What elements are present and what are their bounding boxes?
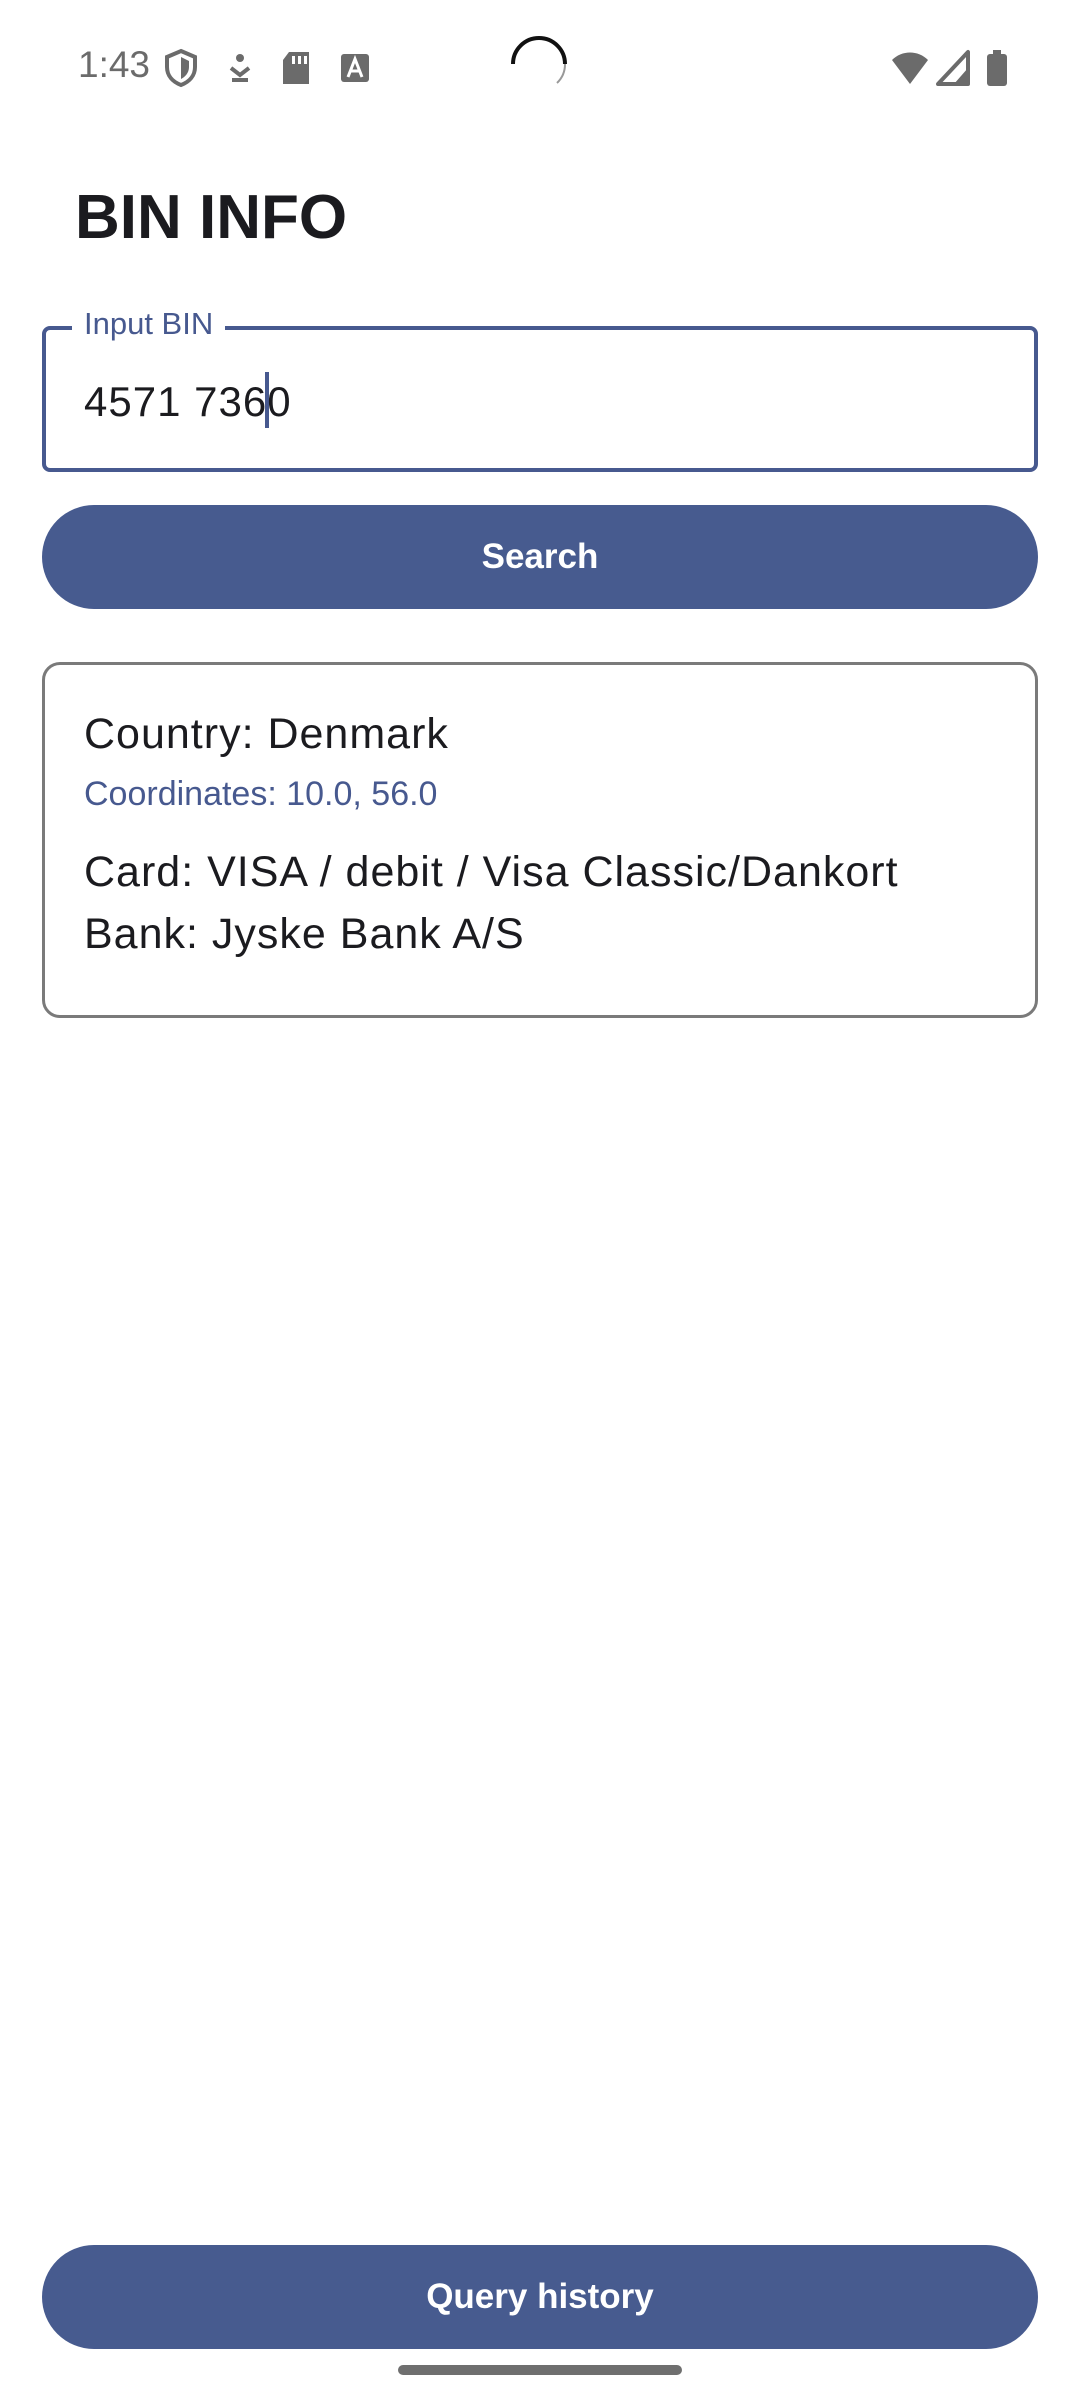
app-screen: 1:43 BIN INFO Input BIN 4571 7360 Search… [0, 0, 1080, 2400]
bin-input-text-after-cursor: 0 [267, 378, 292, 425]
cell-signal-icon [936, 50, 970, 86]
font-a-icon [341, 54, 369, 82]
result-coordinates: Coordinates: 10.0, 56.0 [84, 775, 438, 813]
bin-input-value[interactable]: 4571 7360 [84, 372, 292, 428]
gesture-nav-handle[interactable] [398, 2365, 682, 2375]
sd-card-icon [283, 52, 309, 84]
download-icon [229, 54, 251, 82]
result-bank: Bank: Jyske Bank A/S [84, 910, 525, 958]
status-bar: 1:43 [0, 0, 1080, 130]
wifi-icon [892, 52, 928, 84]
search-button[interactable]: Search [42, 505, 1038, 609]
shield-icon [165, 48, 197, 88]
result-country: Country: Denmark [84, 710, 449, 758]
camera-cutout [511, 36, 567, 84]
battery-icon [987, 50, 1007, 86]
query-history-button[interactable]: Query history [42, 2245, 1038, 2349]
status-time: 1:43 [78, 44, 151, 85]
bin-input-text-before-cursor: 4571 736 [84, 378, 268, 425]
page-title: BIN INFO [75, 183, 348, 252]
result-card-type: Card: VISA / debit / Visa Classic/Dankor… [84, 848, 899, 896]
bin-input-label: Input BIN [72, 306, 226, 342]
